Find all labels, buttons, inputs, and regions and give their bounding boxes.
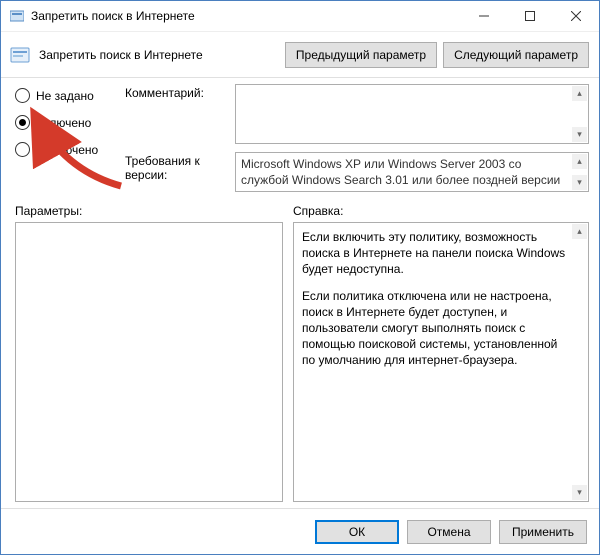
dialog-footer: ОК Отмена Применить <box>1 508 599 554</box>
header-row: Запретить поиск в Интернете Предыдущий п… <box>1 32 599 78</box>
radio-icon <box>15 88 30 103</box>
minimize-button[interactable] <box>461 1 507 31</box>
scroll-down-icon[interactable]: ▾ <box>572 485 587 500</box>
options-panel <box>15 222 283 502</box>
help-panel: Если включить эту политику, возможность … <box>293 222 589 502</box>
scroll-down-icon[interactable]: ▾ <box>572 127 587 142</box>
policy-icon <box>9 44 31 66</box>
policy-editor-window: Запретить поиск в Интернете Запретить по… <box>0 0 600 555</box>
window-title: Запретить поиск в Интернете <box>31 9 461 23</box>
titlebar: Запретить поиск в Интернете <box>1 1 599 32</box>
radio-icon <box>15 115 30 130</box>
scroll-up-icon[interactable]: ▴ <box>572 154 587 169</box>
radio-label: Включено <box>36 116 91 130</box>
scroll-down-icon[interactable]: ▾ <box>572 175 587 190</box>
requirements-text: Microsoft Windows XP или Windows Server … <box>241 157 560 187</box>
main-content: Не задано Включено Отключено Комментарий… <box>1 78 599 508</box>
ok-button[interactable]: ОК <box>315 520 399 544</box>
comment-textbox[interactable]: ▴ ▾ <box>235 84 589 144</box>
maximize-button[interactable] <box>507 1 553 31</box>
apply-button[interactable]: Применить <box>499 520 587 544</box>
cancel-button[interactable]: Отмена <box>407 520 491 544</box>
requirements-textbox: Microsoft Windows XP или Windows Server … <box>235 152 589 192</box>
scroll-up-icon[interactable]: ▴ <box>572 86 587 101</box>
app-icon <box>9 8 25 24</box>
radio-label: Не задано <box>36 89 94 103</box>
scroll-up-icon[interactable]: ▴ <box>572 224 587 239</box>
state-radio-group: Не задано Включено Отключено <box>15 84 107 192</box>
window-controls <box>461 1 599 31</box>
requirements-label: Требования к версии: <box>125 152 225 192</box>
previous-setting-button[interactable]: Предыдущий параметр <box>285 42 437 68</box>
next-setting-button[interactable]: Следующий параметр <box>443 42 589 68</box>
help-paragraph: Если включить эту политику, возможность … <box>302 229 568 278</box>
comment-label: Комментарий: <box>125 84 225 144</box>
radio-label: Отключено <box>36 143 98 157</box>
policy-title: Запретить поиск в Интернете <box>39 48 279 62</box>
radio-icon <box>15 142 30 157</box>
radio-enabled[interactable]: Включено <box>15 115 107 130</box>
help-paragraph: Если политика отключена или не настроена… <box>302 288 568 369</box>
help-label: Справка: <box>293 204 343 218</box>
close-button[interactable] <box>553 1 599 31</box>
options-label: Параметры: <box>15 204 293 218</box>
radio-not-configured[interactable]: Не задано <box>15 88 107 103</box>
radio-disabled[interactable]: Отключено <box>15 142 107 157</box>
